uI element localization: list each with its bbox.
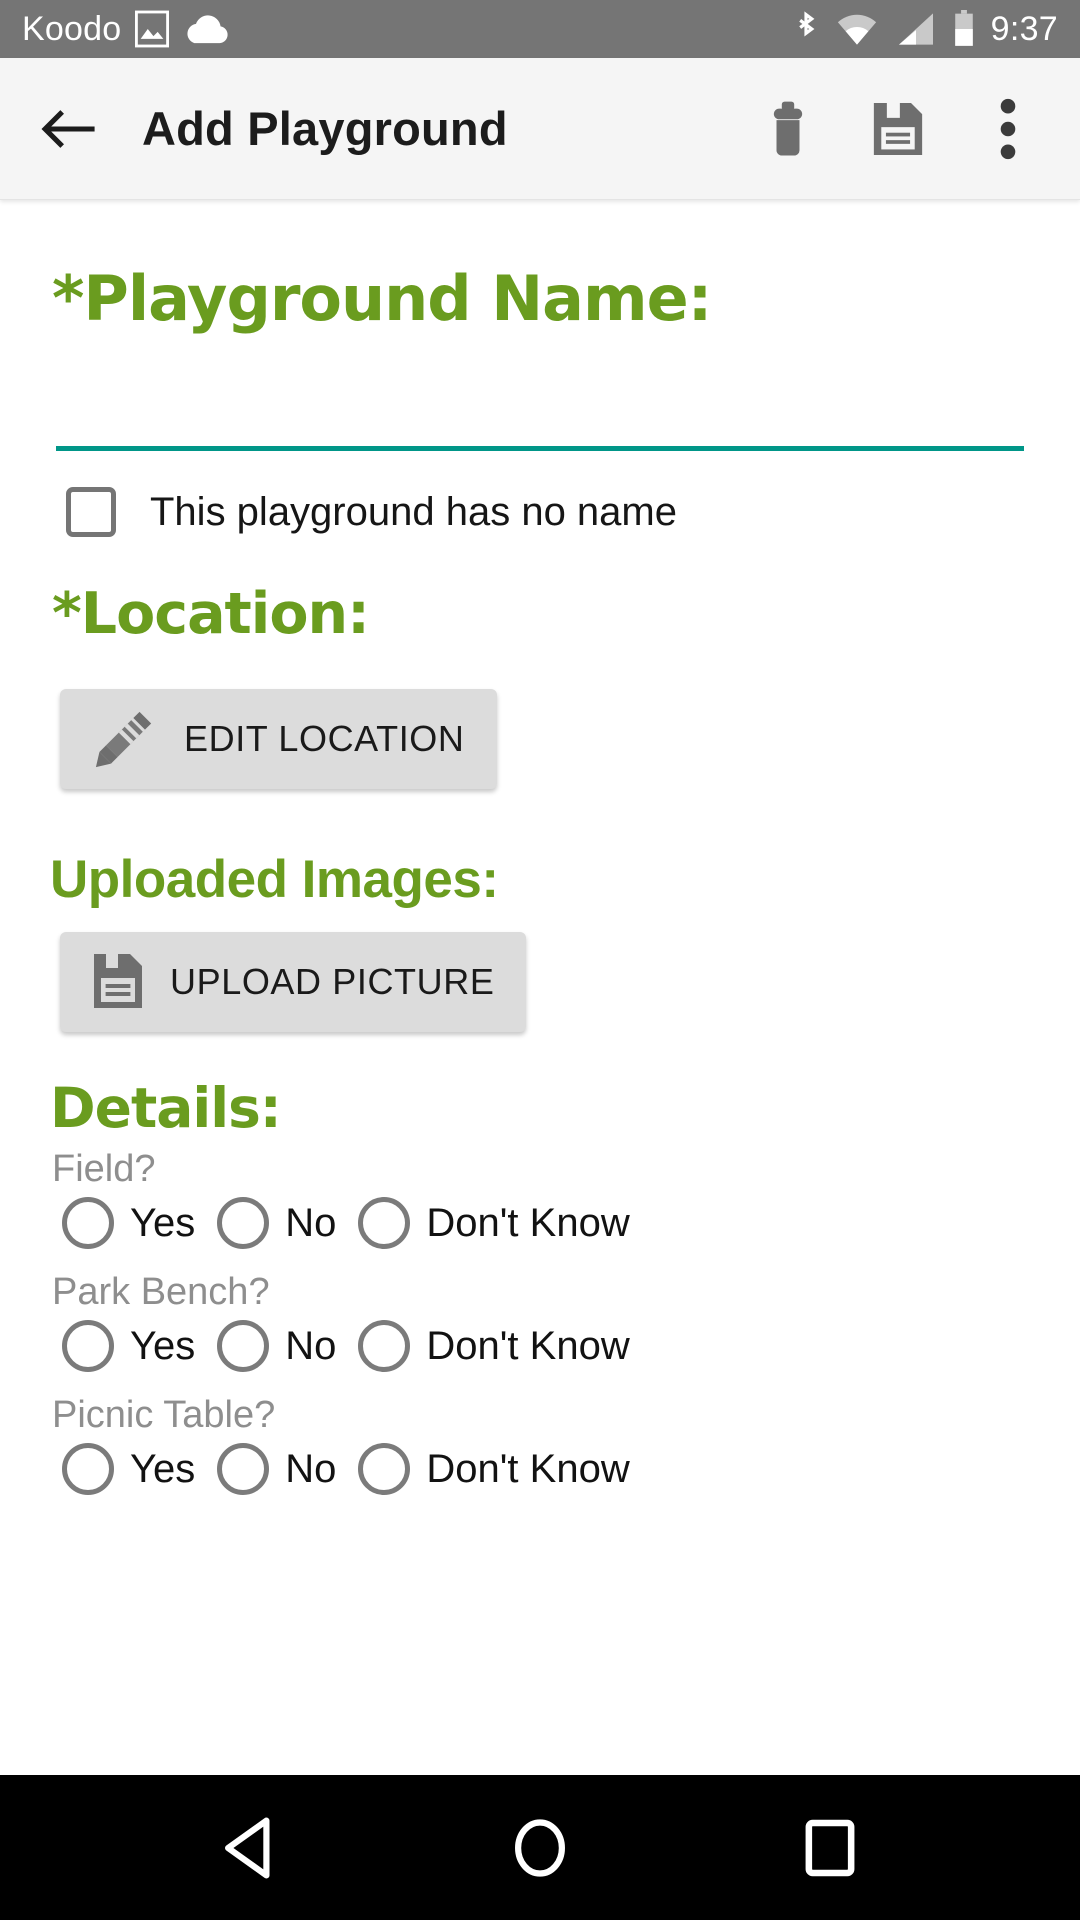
radio-button[interactable] [217, 1320, 270, 1372]
cloud-icon [183, 12, 231, 46]
upload-picture-button-label: UPLOAD PICTURE [170, 961, 495, 1002]
radio-option-dont-know[interactable]: Don't Know [358, 1320, 630, 1372]
radio-label: Don't Know [426, 1323, 630, 1368]
radio-group-park-bench: Yes No Don't Know [62, 1320, 1080, 1372]
gallery-icon [135, 10, 170, 48]
edit-location-button-label: EDIT LOCATION [184, 718, 465, 759]
radio-button[interactable] [62, 1443, 114, 1495]
status-bar-left: Koodo [22, 10, 793, 49]
status-bar-clock: 9:37 [990, 9, 1058, 48]
radio-option-yes[interactable]: Yes [62, 1197, 195, 1249]
playground-name-input[interactable] [56, 399, 1024, 451]
floppy-disk-icon [92, 952, 144, 1013]
status-bar-right: 9:37 [793, 10, 1058, 49]
battery-icon [953, 10, 975, 48]
nav-back-icon[interactable] [205, 1803, 295, 1893]
radio-label: Don't Know [426, 1200, 630, 1245]
status-bar: Koodo 9:37 [0, 0, 1080, 58]
radio-button[interactable] [62, 1320, 114, 1372]
playground-name-label: *Playground Name: [52, 262, 712, 335]
radio-option-no[interactable]: No [217, 1320, 336, 1372]
cellular-signal-icon [895, 12, 937, 46]
detail-question-field: Field? Yes No Don't Know [0, 1148, 1080, 1249]
nav-home-icon[interactable] [495, 1803, 585, 1893]
no-name-checkbox-row[interactable]: This playground has no name [66, 487, 1080, 537]
detail-question-park-bench: Park Bench? Yes No Don't Know [0, 1271, 1080, 1372]
playground-name-field-wrap [56, 335, 1024, 451]
radio-button[interactable] [358, 1320, 411, 1372]
form-content: *Playground Name: This playground has no… [0, 200, 1080, 1775]
page-title: Add Playground [142, 102, 508, 155]
question-label: Field? [52, 1148, 156, 1190]
app-bar-actions [760, 98, 1046, 160]
radio-label: Don't Know [426, 1446, 630, 1491]
radio-label: Yes [130, 1323, 196, 1368]
radio-label: No [285, 1200, 337, 1245]
radio-button[interactable] [217, 1197, 270, 1249]
uploaded-images-label: Uploaded Images: [50, 850, 499, 909]
radio-label: Yes [130, 1200, 196, 1245]
delete-icon[interactable] [760, 98, 816, 160]
radio-label: No [285, 1446, 337, 1491]
question-label: Park Bench? [52, 1271, 270, 1313]
no-name-checkbox[interactable] [66, 487, 116, 537]
upload-picture-button-wrap: UPLOAD PICTURE [60, 932, 1080, 1032]
back-arrow-icon[interactable] [38, 98, 100, 160]
pencil-icon [92, 707, 158, 772]
wifi-icon [835, 12, 879, 46]
radio-group-picnic-table: Yes No Don't Know [62, 1443, 1080, 1495]
radio-button[interactable] [62, 1197, 114, 1249]
radio-option-yes[interactable]: Yes [62, 1320, 195, 1372]
radio-button[interactable] [358, 1197, 411, 1249]
details-label: Details: [50, 1076, 282, 1140]
no-name-checkbox-label: This playground has no name [150, 489, 677, 534]
radio-label: No [285, 1323, 337, 1368]
radio-button[interactable] [358, 1443, 411, 1495]
radio-option-no[interactable]: No [217, 1443, 336, 1495]
radio-option-dont-know[interactable]: Don't Know [358, 1197, 630, 1249]
carrier-label: Koodo [22, 9, 122, 48]
radio-label: Yes [130, 1446, 196, 1491]
edit-location-button[interactable]: EDIT LOCATION [60, 689, 497, 789]
bluetooth-icon [793, 10, 819, 48]
save-icon[interactable] [870, 98, 926, 160]
overflow-menu-icon[interactable] [980, 98, 1036, 160]
radio-option-dont-know[interactable]: Don't Know [358, 1443, 630, 1495]
question-label: Picnic Table? [52, 1394, 276, 1436]
edit-location-button-wrap: EDIT LOCATION [60, 689, 1080, 789]
app-bar: Add Playground [0, 58, 1080, 200]
radio-option-yes[interactable]: Yes [62, 1443, 195, 1495]
detail-question-picnic-table: Picnic Table? Yes No Don't Know [0, 1394, 1080, 1495]
radio-button[interactable] [217, 1443, 270, 1495]
upload-picture-button[interactable]: UPLOAD PICTURE [60, 932, 527, 1032]
radio-option-no[interactable]: No [217, 1197, 336, 1249]
location-label: *Location: [52, 581, 370, 647]
nav-recents-icon[interactable] [785, 1803, 875, 1893]
radio-group-field: Yes No Don't Know [62, 1197, 1080, 1249]
android-navigation-bar [0, 1775, 1080, 1920]
